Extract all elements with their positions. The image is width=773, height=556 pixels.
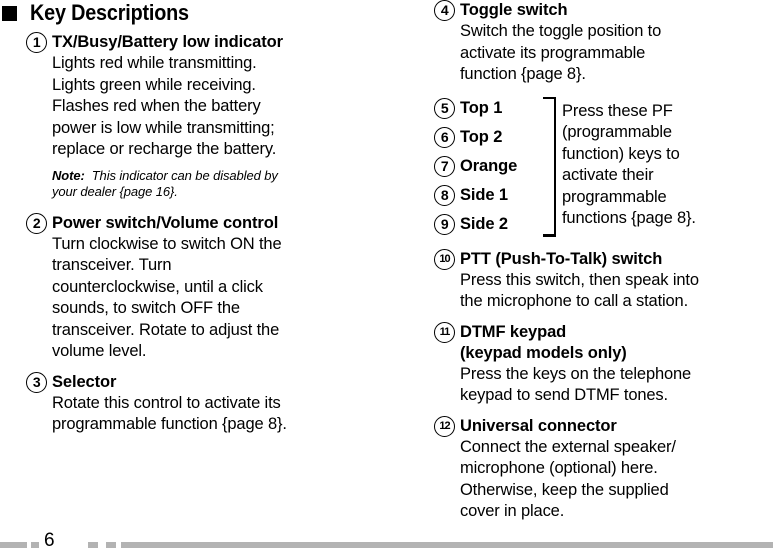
page-title: Key Descriptions (30, 0, 189, 25)
entry-body-line: transceiver. Turn (52, 256, 172, 274)
entry-body-line: Press this switch, then speak into (460, 270, 699, 289)
pf-key-group: 5 Top 1 6 Top 2 7 Orange 8 Side 1 9 Side… (434, 95, 773, 243)
circled-number-icon: 5 (434, 97, 455, 119)
key-description-entry-1: 1 TX/Busy/Battery low indicator Lights r… (26, 32, 374, 201)
entry-body-line: power is low while transmitting; (52, 118, 275, 137)
footer-bar-decoration (121, 542, 773, 548)
circled-number-icon: 1 (26, 32, 47, 53)
entry-title: Side 2 (460, 214, 509, 233)
key-description-entry-8: 8 Side 1 (434, 182, 546, 211)
left-column: 1 TX/Busy/Battery low indicator Lights r… (26, 32, 374, 445)
circled-number-icon: 8 (434, 184, 455, 206)
key-description-entry-5: 5 Top 1 (434, 95, 546, 124)
entry-subtitle: (keypad models only) (460, 343, 627, 362)
entry-body: Press this switch, then speak into the m… (460, 270, 773, 313)
entry-title: Side 1 (460, 185, 509, 204)
circled-number-icon: 9 (434, 213, 455, 235)
entry-body-line: volume level. (52, 342, 147, 360)
circled-number-icon: 2 (26, 212, 47, 234)
entry-body-line: Otherwise, keep the supplied (460, 480, 669, 499)
pf-caption-line: functions {page 8}. (562, 209, 696, 227)
entry-title: Power switch/Volume control (52, 213, 279, 232)
key-description-entry-10: 10 PTT (Push-To-Talk) switch Press this … (434, 248, 773, 313)
pf-caption-line: programmable (562, 187, 667, 206)
key-description-entry-11: 11 DTMF keypad (keypad models only) Pres… (434, 321, 773, 407)
entry-title: Selector (52, 372, 117, 391)
entry-title: Top 2 (460, 127, 503, 146)
entry-body-line: cover in place. (460, 502, 565, 520)
note-first-line: Note: This indicator can be disabled by (52, 168, 374, 185)
circled-number-icon: 12 (434, 415, 455, 437)
entry-title: Universal connector (460, 416, 617, 435)
entry-body: Press the keys on the telephone keypad t… (460, 364, 773, 407)
circled-number-icon: 4 (434, 0, 455, 21)
entry-title: Orange (460, 156, 518, 175)
square-bullet-icon (2, 5, 17, 21)
entry-body-line: the microphone to call a station. (460, 292, 689, 310)
note-text-line: your dealer {page 16}. (52, 184, 178, 199)
brace-bracket-icon (542, 96, 556, 237)
entry-body-line: Lights green while receiving. (52, 75, 256, 94)
section-heading: Key Descriptions (0, 2, 207, 24)
entry-body: Switch the toggle position to activate i… (460, 21, 773, 86)
footer-dash-decoration (0, 542, 27, 548)
pf-caption-line: function) keys to (562, 144, 680, 163)
note-block: Note: This indicator can be disabled by y… (52, 168, 374, 201)
key-description-entry-2: 2 Power switch/Volume control Turn clock… (26, 212, 374, 363)
entry-title: DTMF keypad (460, 322, 567, 341)
footer-square-decoration (31, 542, 39, 548)
footer-square-decoration (88, 542, 98, 548)
entry-body-line: Turn clockwise to switch ON the (52, 234, 282, 253)
key-description-entry-4: 4 Toggle switch Switch the toggle positi… (434, 0, 773, 86)
note-label: Note: (52, 167, 85, 183)
entry-body-line: function {page 8}. (460, 65, 586, 83)
entry-body-line: Lights red while transmitting. (52, 54, 257, 72)
key-description-entry-6: 6 Top 2 (434, 124, 546, 153)
entry-body-line: sounds, to switch OFF the (52, 299, 240, 317)
key-description-entry-3: 3 Selector Rotate this control to activa… (26, 371, 374, 436)
circled-number-icon: 3 (26, 371, 47, 393)
entry-body-line: replace or recharge the battery. (52, 140, 277, 158)
entry-body-line: Press the keys on the telephone (460, 364, 692, 383)
entry-body: Connect the external speaker/ microphone… (460, 437, 773, 523)
pf-caption-line: Press these PF (562, 101, 673, 120)
entry-body-line: keypad to send DTMF tones. (460, 386, 668, 404)
entry-body: Rotate this control to activate its prog… (52, 393, 374, 436)
pf-group-caption: Press these PF (programmable function) k… (562, 101, 773, 230)
entry-title: Toggle switch (460, 1, 568, 19)
pf-key-list: 5 Top 1 6 Top 2 7 Orange 8 Side 1 9 Side… (434, 95, 546, 240)
entry-body-line: Flashes red when the battery (52, 97, 261, 115)
manual-page: Key Descriptions 1 TX/Busy/Battery low i… (0, 0, 773, 556)
circled-number-icon: 6 (434, 126, 455, 148)
pf-caption-line: (programmable (562, 123, 672, 141)
circled-number-icon: 10 (434, 248, 455, 270)
page-footer: 6 (0, 528, 773, 556)
entry-body-line: counterclockwise, until a click (52, 277, 263, 296)
entry-title: Top 1 (460, 98, 503, 117)
note-text-line: This indicator can be disabled by (91, 167, 278, 183)
key-description-entry-7: 7 Orange (434, 153, 546, 182)
pf-caption-line: activate their (562, 166, 654, 184)
circled-number-icon: 7 (434, 155, 455, 177)
entry-body-line: Rotate this control to activate its (52, 393, 281, 412)
entry-title: TX/Busy/Battery low indicator (52, 33, 283, 51)
entry-body: Lights red while transmitting. Lights gr… (52, 53, 374, 161)
entry-body-line: transceiver. Rotate to adjust the (52, 320, 280, 339)
entry-body-line: programmable function {page 8}. (52, 415, 287, 433)
page-number: 6 (44, 530, 55, 551)
key-description-entry-12: 12 Universal connector Connect the exter… (434, 415, 773, 523)
right-column: 4 Toggle switch Switch the toggle positi… (434, 0, 773, 532)
entry-body-line: Connect the external speaker/ (460, 437, 676, 456)
entry-title: PTT (Push-To-Talk) switch (460, 249, 663, 268)
entry-body-line: activate its programmable (460, 43, 646, 62)
circled-number-icon: 11 (434, 321, 455, 343)
entry-body-line: Switch the toggle position to (460, 22, 662, 40)
footer-square-decoration (106, 542, 116, 548)
entry-body: Turn clockwise to switch ON the transcei… (52, 234, 374, 363)
key-description-entry-9: 9 Side 2 (434, 211, 546, 240)
entry-body-line: microphone (optional) here. (460, 459, 658, 477)
